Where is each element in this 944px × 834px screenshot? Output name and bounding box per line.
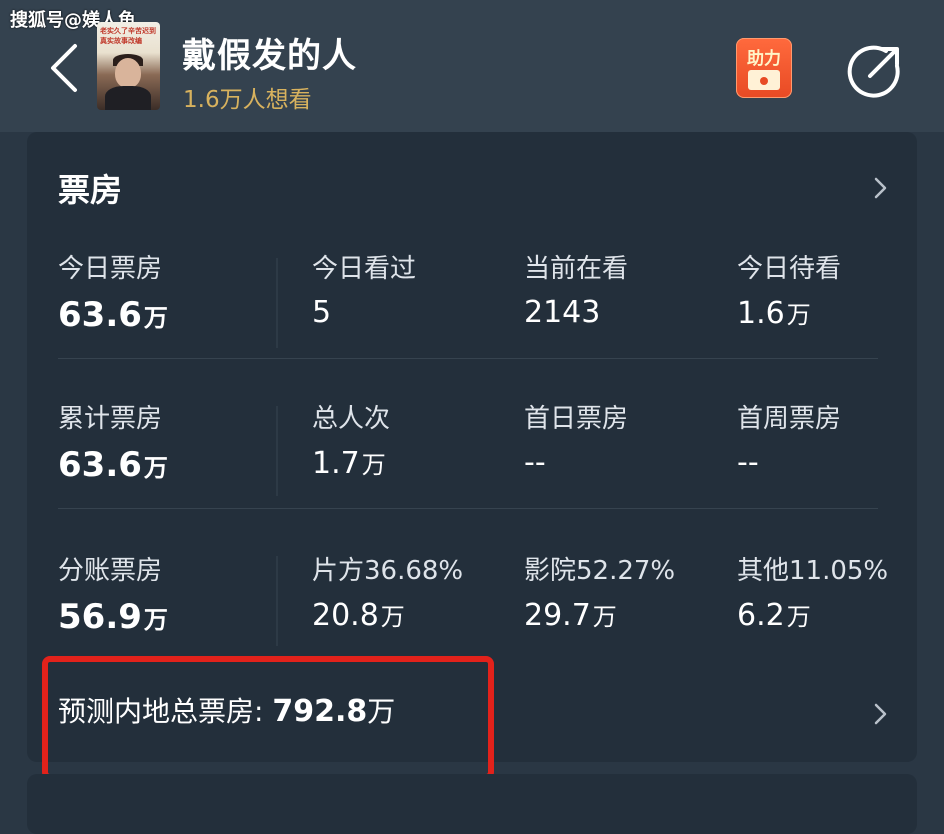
stat-value: 2143 (524, 295, 601, 330)
forecast-more-button[interactable] (870, 700, 890, 728)
stat-first-day-box-office[interactable]: 首日票房 -- (524, 398, 628, 480)
red-envelope-icon (748, 70, 780, 90)
stat-total-admissions[interactable]: 总人次 1.7万 (312, 398, 390, 481)
stat-value: 1.6 (737, 296, 785, 331)
stat-value: 6.2 (737, 598, 785, 633)
red-highlight-annotation (42, 656, 494, 780)
stat-today-watched[interactable]: 今日看过 5 (312, 248, 416, 330)
stat-label: 影院52.27% (524, 556, 676, 586)
back-button[interactable] (44, 40, 84, 96)
stat-cinema-share[interactable]: 影院52.27% 29.7万 (524, 550, 675, 633)
stat-unit: 万 (592, 603, 617, 631)
next-section-card (27, 774, 917, 834)
stat-value: -- (737, 445, 759, 480)
movie-title: 戴假发的人 (182, 36, 357, 76)
stat-now-watching[interactable]: 当前在看 2143 (524, 248, 628, 330)
column-divider (276, 406, 278, 496)
stat-unit: 万 (143, 304, 168, 332)
chevron-right-icon (874, 177, 887, 199)
column-divider (276, 556, 278, 646)
box-office-more-button[interactable] (870, 174, 890, 202)
row-divider (58, 358, 878, 359)
stat-unit: 万 (143, 454, 168, 482)
poster-figure (115, 58, 141, 88)
poster-figure (105, 86, 151, 110)
stat-total-box-office[interactable]: 累计票房 63.6万 (58, 398, 168, 485)
stat-label: 首日票房 (524, 404, 629, 434)
chevron-left-icon (51, 44, 77, 92)
stat-producer-share[interactable]: 片方36.68% 20.8万 (312, 550, 463, 633)
stat-label: 其他11.05% (737, 556, 889, 586)
stat-value: 63.6 (58, 295, 142, 335)
stat-today-to-watch[interactable]: 今日待看 1.6万 (737, 248, 841, 331)
movie-poster[interactable]: 老实久了辛苦迟到 真实故事改编 (97, 22, 160, 110)
stat-unit: 万 (380, 603, 405, 631)
chevron-right-icon (874, 703, 887, 725)
stat-value: 5 (312, 295, 332, 330)
stat-value: 29.7 (524, 598, 591, 633)
stat-first-week-box-office[interactable]: 首周票房 -- (737, 398, 841, 480)
stat-label: 累计票房 (58, 404, 163, 434)
stat-unit: 万 (143, 606, 168, 634)
share-icon (847, 45, 900, 98)
row-divider (58, 508, 878, 509)
stat-label: 片方36.68% (312, 556, 464, 586)
stat-label: 今日待看 (737, 254, 842, 284)
stat-value: 1.7 (312, 446, 360, 481)
want-to-watch-count: 1.6万人想看 (183, 87, 312, 113)
stat-unit: 万 (361, 451, 386, 479)
stat-label: 首周票房 (737, 404, 842, 434)
stat-value: -- (524, 445, 546, 480)
stat-today-box-office[interactable]: 今日票房 63.6万 (58, 248, 168, 335)
box-office-title: 票房 (58, 171, 123, 209)
stat-unit: 万 (786, 603, 811, 631)
column-divider (276, 258, 278, 348)
stat-label: 今日看过 (312, 254, 417, 284)
stat-label: 总人次 (312, 404, 391, 434)
stat-value: 56.9 (58, 597, 142, 637)
stat-label: 今日票房 (58, 254, 163, 284)
poster-text: 老实久了辛苦迟到 (100, 27, 156, 35)
stat-other-share[interactable]: 其他11.05% 6.2万 (737, 550, 888, 633)
boost-button[interactable]: 助力 (736, 38, 792, 98)
boost-label: 助力 (747, 49, 781, 69)
stat-label: 分账票房 (58, 556, 163, 586)
stat-value: 63.6 (58, 445, 142, 485)
stat-unit: 万 (786, 301, 811, 329)
stat-split-box-office[interactable]: 分账票房 56.9万 (58, 550, 168, 637)
stat-label: 当前在看 (524, 254, 629, 284)
stat-value: 20.8 (312, 598, 379, 633)
poster-text: 真实故事改编 (100, 37, 142, 45)
share-button[interactable] (846, 42, 904, 100)
